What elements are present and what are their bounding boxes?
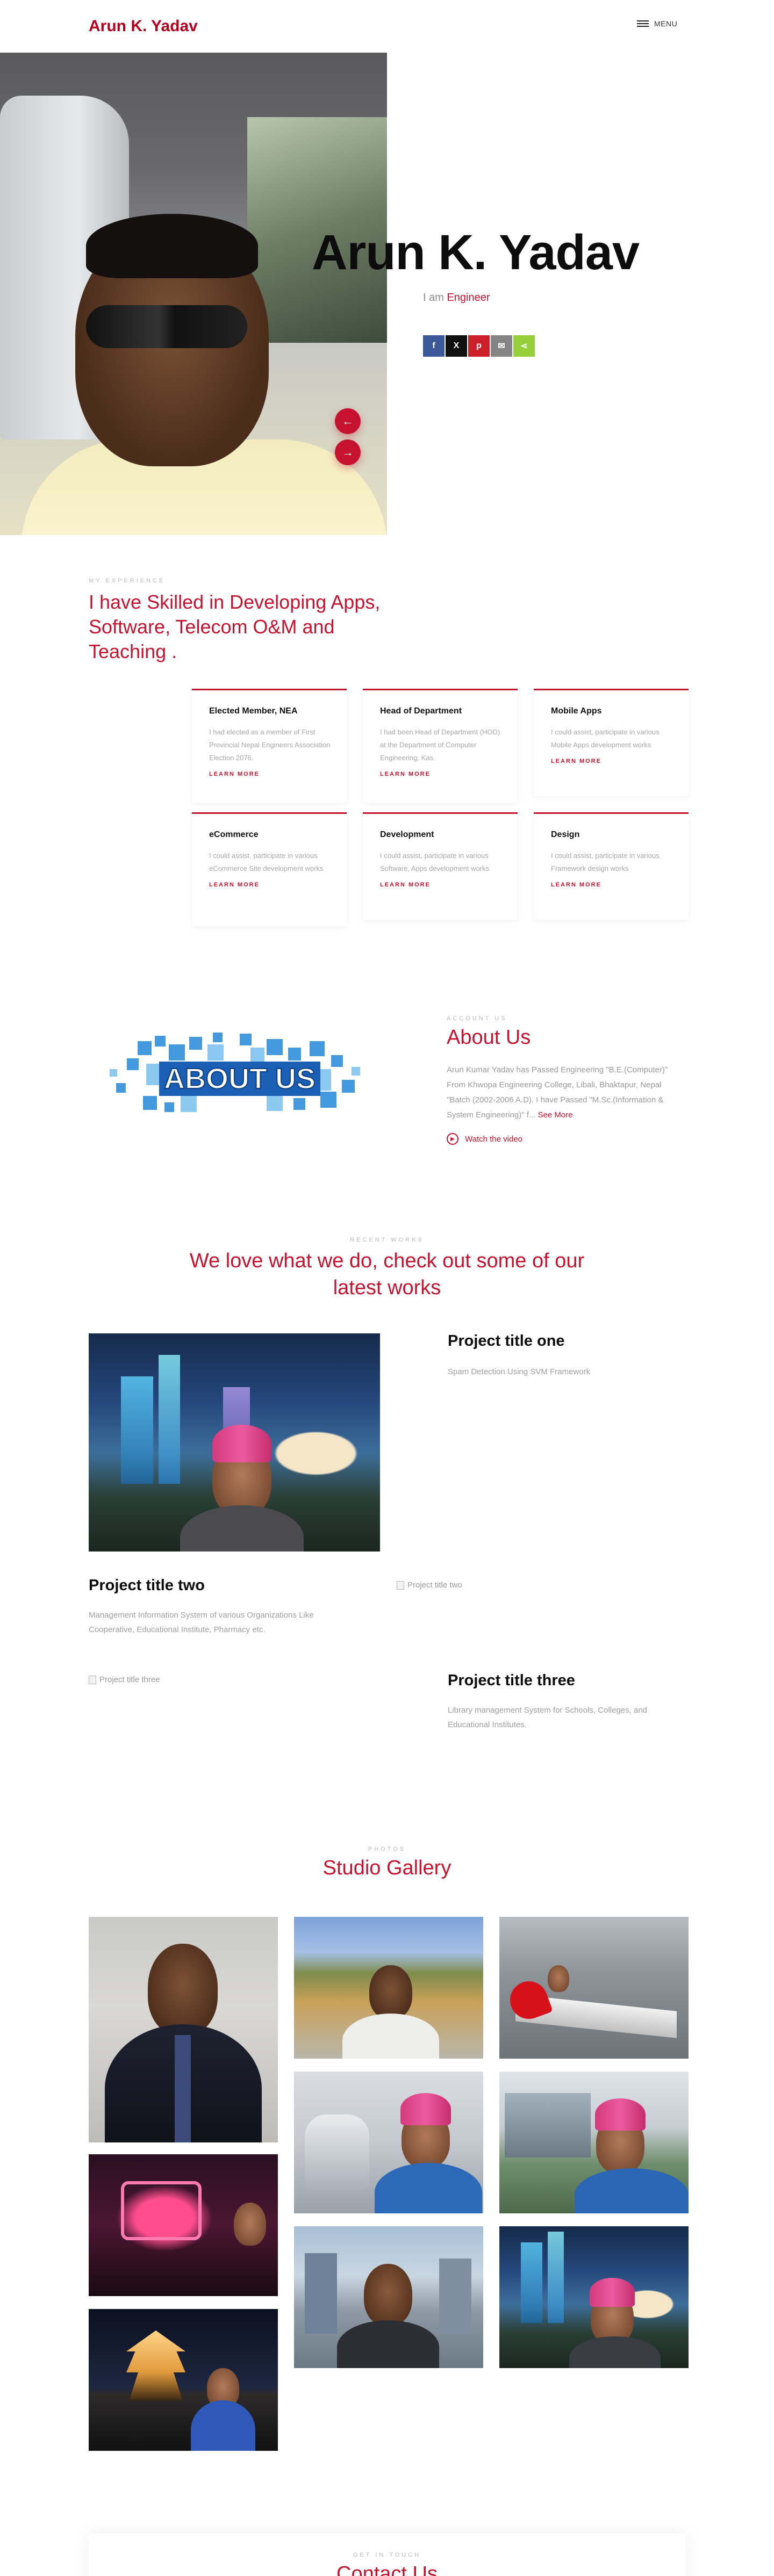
hero-portrait-image [0, 53, 387, 535]
arrow-left-icon: ← [342, 414, 354, 428]
about-text: Arun Kumar Yadav has Passed Engineering … [447, 1063, 679, 1123]
service-card: Head of Department I had been Head of Dep… [363, 689, 518, 803]
pinterest-icon: p [476, 341, 482, 350]
experience-title: I have Skilled in Developing Apps, Softw… [89, 591, 381, 662]
service-card: Mobile Apps I could assist, participate i… [534, 689, 689, 796]
gallery-kicker: PHOTOS [368, 1846, 406, 1852]
x-share-button[interactable]: X [446, 335, 467, 357]
share-share-button[interactable]: ⋖ [513, 335, 535, 357]
service-card-title: Elected Member, NEA [209, 706, 298, 716]
service-card: Development I could assist, participate i… [363, 812, 518, 920]
works-title: We love what we do, check out some of ou… [189, 1250, 585, 1299]
broken-image-icon [89, 1675, 96, 1684]
about-graphic-text: ABOUT US [164, 1063, 316, 1095]
site-header: Arun K. Yadav MENU [0, 0, 774, 53]
learn-more-link[interactable]: LEARN MORE [551, 882, 601, 888]
facebook-share-button[interactable]: f [423, 335, 445, 357]
service-card-title: Design [551, 830, 580, 839]
service-card-text: I could assist, participate in various S… [380, 852, 490, 872]
slider-prev-button[interactable]: ← [335, 408, 361, 434]
project-three-image[interactable]: Project title three [89, 1675, 160, 1684]
gallery-photo-4[interactable] [294, 1917, 483, 2059]
service-card-text: I had been Head of Department (HOD) at t… [380, 728, 500, 762]
project-two-desc: Management Information System of various… [89, 1611, 314, 1634]
about-title: About Us [447, 1026, 531, 1049]
email-icon: ✉ [498, 342, 505, 351]
x-icon: X [453, 341, 460, 350]
service-card: Elected Member, NEA I had elected as a me… [192, 689, 347, 803]
project-three-image-alt: Project title three [99, 1675, 160, 1684]
hero-role-prefix: I am [423, 292, 444, 304]
project-one-image[interactable] [89, 1333, 380, 1552]
menu-button[interactable]: MENU [637, 19, 677, 28]
watch-video-link[interactable]: ▶ Watch the video [447, 1133, 522, 1145]
project-two-title: Project title two [89, 1577, 205, 1594]
gallery-title: Studio Gallery [322, 1857, 452, 1879]
email-share-button[interactable]: ✉ [491, 335, 512, 357]
about-us-graphic: ABOUT US [105, 1031, 369, 1117]
learn-more-link[interactable]: LEARN MORE [380, 771, 431, 777]
hero-name: Arun K. Yadav [312, 225, 640, 280]
facebook-icon: f [432, 341, 435, 350]
slider-next-button[interactable]: → [335, 439, 361, 465]
project-two-image-alt: Project title two [407, 1581, 462, 1590]
service-card-title: Mobile Apps [551, 706, 602, 716]
service-card-text: I could assist, participate in various M… [551, 728, 660, 749]
project-one-desc: Spam Detection Using SVM Framework [448, 1367, 591, 1376]
learn-more-link[interactable]: LEARN MORE [209, 771, 260, 777]
hero-role: I am Engineer [423, 292, 490, 304]
gallery-photo-9[interactable] [499, 2226, 689, 2368]
service-card-text: I could assist, participate in various F… [551, 852, 660, 872]
service-card-text: I had elected as a member of First Provi… [209, 728, 331, 762]
site-logo[interactable]: Arun K. Yadav [89, 17, 198, 35]
works-kicker: RECENT WORKS [350, 1237, 424, 1243]
about-kicker: ACCOUNT US [447, 1015, 507, 1022]
learn-more-link[interactable]: LEARN MORE [380, 882, 431, 888]
service-card-text: I could assist, participate in various e… [209, 852, 324, 872]
service-card: eCommerce I could assist, participate in … [192, 812, 347, 926]
contact-title: Contact Us [336, 2563, 438, 2576]
project-two-image[interactable]: Project title two [397, 1581, 462, 1590]
service-card: Design I could assist, participate in var… [534, 812, 689, 920]
project-three-title: Project title three [448, 1672, 575, 1689]
gallery-photo-5[interactable] [294, 2072, 483, 2213]
gallery-photo-3[interactable] [89, 2309, 278, 2451]
gallery-photo-8[interactable] [499, 2072, 689, 2213]
see-more-link[interactable]: See More [538, 1110, 573, 1120]
hamburger-icon [637, 19, 649, 28]
service-card-title: Development [380, 830, 434, 839]
social-share-bar: f Xp ✉ ⋖ [423, 335, 535, 357]
project-one-title: Project title one [448, 1332, 565, 1350]
arrow-right-icon: → [342, 445, 354, 459]
experience-kicker: MY EXPERIENCE [89, 578, 166, 584]
broken-image-icon [397, 1581, 404, 1590]
menu-label: MENU [654, 19, 678, 28]
play-icon: ▶ [447, 1133, 458, 1145]
contact-kicker: GET IN TOUCH [353, 2552, 421, 2558]
watch-video-label: Watch the video [465, 1134, 522, 1144]
hero-role-word: Engineer [447, 292, 490, 304]
learn-more-link[interactable]: LEARN MORE [209, 882, 260, 888]
learn-more-link[interactable]: LEARN MORE [551, 758, 601, 764]
gallery-photo-7[interactable] [499, 1917, 689, 2059]
pinterest-share-button[interactable]: p [468, 335, 490, 357]
project-three-desc: Library management System for Schools, C… [448, 1706, 648, 1729]
gallery-photo-2[interactable] [89, 2154, 278, 2296]
service-card-title: eCommerce [209, 830, 259, 839]
share-icon: ⋖ [520, 342, 528, 351]
service-card-title: Head of Department [380, 706, 462, 716]
gallery-photo-6[interactable] [294, 2226, 483, 2368]
gallery-photo-1[interactable] [89, 1917, 278, 2142]
